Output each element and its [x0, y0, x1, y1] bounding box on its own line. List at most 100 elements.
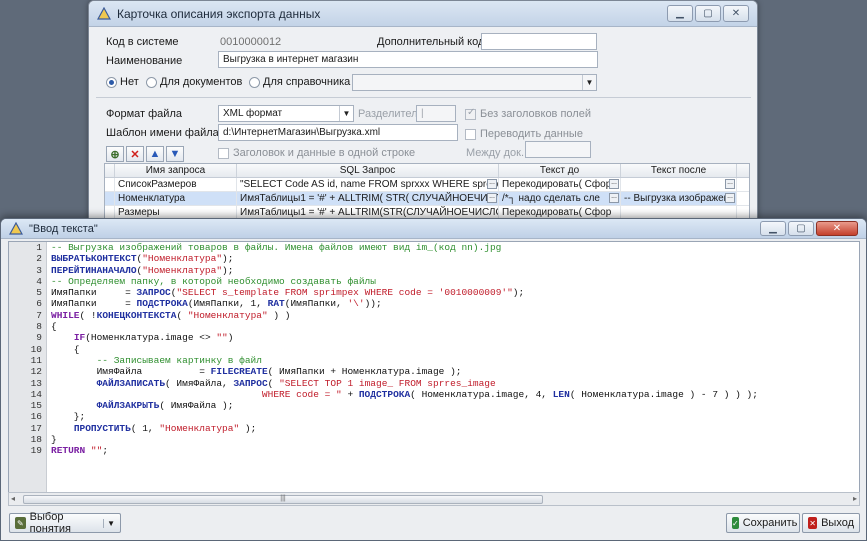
code-line[interactable]: IF(Номенклатура.image <> "") — [51, 332, 859, 343]
separator-label: Разделитель — [358, 108, 424, 120]
between-docs-input[interactable] — [525, 141, 591, 158]
line-number: 5 — [36, 287, 42, 299]
ellipsis-button[interactable]: ... — [609, 179, 619, 189]
table-cell[interactable]: "SELECT Code AS id, name FROM sprxxx WHE… — [237, 178, 499, 191]
add-row-button[interactable]: ⊕ — [106, 146, 124, 162]
radio-ref[interactable]: Для справочника — [249, 76, 350, 88]
format-select[interactable]: XML формат — [218, 105, 354, 122]
line-number: 2 — [36, 253, 42, 265]
code-line[interactable]: WHERE code = " + ПОДСТРОКА( Номенклатура… — [51, 389, 859, 400]
choose-concept-button[interactable]: ✎ Выбор понятия ▼ — [9, 511, 121, 535]
code-line[interactable]: -- Выгрузка изображений товаров в файлы.… — [51, 242, 859, 253]
code-line[interactable]: ПЕРЕЙТИНАНАЧАЛО("Номенклатура"); — [51, 265, 859, 276]
line-number: 6 — [36, 298, 42, 310]
move-up-button[interactable]: ▲ — [146, 146, 164, 162]
code-line[interactable]: ИмяФайла = FILECREATE( ИмяПапки + Номенк… — [51, 366, 859, 377]
table-cell[interactable]: ... — [621, 178, 737, 191]
code-token: WHILE — [51, 309, 80, 321]
move-down-button[interactable]: ▼ — [166, 146, 184, 162]
no-headers-checkbox[interactable]: Без заголовков полей — [465, 107, 591, 120]
code-line[interactable]: -- Записываем картинку в файл — [51, 355, 859, 366]
chevron-down-icon[interactable]: ▼ — [582, 75, 596, 90]
close-button[interactable]: ✕ — [816, 221, 858, 236]
chevron-down-icon[interactable]: ▼ — [339, 106, 353, 121]
table-cell[interactable]: ИмяТаблицы1 = '#' + ALLTRIM( STR( СЛУЧАЙ… — [237, 192, 499, 205]
maximize-button[interactable]: ▢ — [788, 221, 814, 236]
table-cell-text: "SELECT Code AS id, name FROM sprxxx WHE… — [240, 179, 499, 190]
horizontal-scrollbar[interactable]: ◂ ||| ▸ — [8, 492, 860, 506]
line-number: 15 — [30, 400, 42, 412]
radio-none[interactable]: Нет — [106, 76, 139, 88]
radio-ref-label: Для справочника — [263, 76, 351, 88]
code-line[interactable]: WHILE( !КОНЕЦКОНТЕКСТА( "Номенклатура" )… — [51, 310, 859, 321]
code-line[interactable]: RETURN ""; — [51, 445, 859, 456]
ellipsis-button[interactable]: ... — [487, 193, 497, 203]
dialog-titlebar: "Ввод текста" ▁ ▢ ✕ — [1, 219, 866, 239]
code-line[interactable]: { — [51, 344, 859, 355]
code-line[interactable]: ВЫБРАТЬКОНТЕКСТ("Номенклатура"); — [51, 253, 859, 264]
exit-button[interactable]: ✕ Выход — [802, 513, 860, 533]
radio-docs[interactable]: Для документов — [146, 76, 242, 88]
code-token: ( ИмяФайла ); — [159, 400, 234, 412]
code-line[interactable]: ФАЙЛЗАПИСАТЬ( ИмяФайла, ЗАПРОС( "SELECT … — [51, 378, 859, 389]
code-token: ( ! — [79, 309, 97, 321]
code-line[interactable]: -- Определяем папку, в которой необходим… — [51, 276, 859, 287]
code-editor[interactable]: 1 2 3 4 5 6 7 8 9 10 11 12 13 14 15 16 17 18 19 -- Выгрузк… — [8, 241, 860, 493]
scroll-left-icon[interactable]: ◂ — [11, 494, 15, 503]
table-cell[interactable]: Номенклатура — [115, 192, 237, 205]
code-line[interactable]: ИмяПапки = ЗАПРОС("SELECT s_template FRO… — [51, 287, 859, 298]
name-label: Наименование — [106, 55, 183, 67]
code-token: RETURN — [51, 445, 86, 457]
template-input[interactable]: d:\ИнтернетМагазин\Выгрузка.xml — [218, 124, 458, 141]
code-line[interactable]: } — [51, 434, 859, 445]
ellipsis-button[interactable]: ... — [487, 179, 497, 189]
code-area[interactable]: -- Выгрузка изображений товаров в файлы.… — [51, 242, 859, 457]
ellipsis-button[interactable]: ... — [725, 179, 735, 189]
exit-label: Выход — [821, 517, 854, 529]
table-cell[interactable]: Перекодировать( Сфор... — [499, 178, 621, 191]
col-header-text-before[interactable]: Текст до — [499, 164, 621, 177]
col-header-text-after[interactable]: Текст после — [621, 164, 737, 177]
close-button[interactable]: ✕ — [723, 5, 749, 22]
separator-input[interactable]: | — [416, 105, 456, 122]
chevron-down-icon[interactable]: ▼ — [103, 518, 115, 528]
translate-checkbox[interactable]: Переводить данные — [465, 128, 583, 140]
code-token: ); — [222, 264, 234, 276]
code-token: "" — [216, 332, 228, 344]
save-button[interactable]: ✓ Сохранить — [726, 513, 800, 533]
table-cell[interactable]: СписокРазмеров — [115, 178, 237, 191]
code-line[interactable]: { — [51, 321, 859, 332]
scroll-right-icon[interactable]: ▸ — [853, 494, 857, 503]
name-input[interactable]: Выгрузка в интернет магазин — [218, 51, 598, 68]
line-number: 10 — [30, 343, 42, 355]
code-token: ПРОПУСТИТЬ — [73, 422, 131, 434]
code-token: { — [51, 321, 57, 333]
delete-row-button[interactable]: ✕ — [126, 146, 144, 162]
table-row[interactable]: Номенклатура ИмяТаблицы1 = '#' + ALLTRIM… — [105, 192, 749, 206]
code-line[interactable]: ФАЙЛЗАКРЫТЬ( ИмяФайла ); — [51, 400, 859, 411]
ellipsis-button[interactable]: ... — [725, 193, 735, 203]
minimize-button[interactable]: ▁ — [667, 5, 693, 22]
maximize-button[interactable]: ▢ — [695, 5, 721, 22]
queries-table-header: Имя запроса SQL Запрос Текст до Текст по… — [105, 164, 749, 178]
col-header-name[interactable]: Имя запроса — [115, 164, 237, 177]
minimize-button[interactable]: ▁ — [760, 221, 786, 236]
header-one-line-checkbox[interactable]: Заголовок и данные в одной строке — [218, 147, 415, 159]
extra-code-input[interactable] — [481, 33, 597, 50]
table-cell[interactable]: /*┐ надо сделать сле... — [499, 192, 621, 205]
code-token: "Номенклатура" — [142, 264, 223, 276]
code-token: ФАЙЛЗАПИСАТЬ — [96, 377, 166, 389]
code-line[interactable]: ИмяПапки = ПОДСТРОКА(ИмяПапки, 1, RAT(Им… — [51, 298, 859, 309]
table-row[interactable]: СписокРазмеров "SELECT Code AS id, name … — [105, 178, 749, 192]
table-cell-text: ИмяТаблицы1 = '#' + ALLTRIM( STR( СЛУЧАЙ… — [240, 193, 499, 204]
table-cell[interactable]: -- Выгрузка изображени... — [621, 192, 737, 205]
table-cell-text: Перекодировать( Сфор — [502, 179, 612, 190]
code-token: "Номенклатура" — [159, 422, 240, 434]
scrollbar-thumb[interactable]: ||| — [23, 495, 543, 504]
col-header-sql[interactable]: SQL Запрос — [237, 164, 499, 177]
code-line[interactable]: ПРОПУСТИТЬ( 1, "Номенклатура" ); — [51, 423, 859, 434]
code-line[interactable]: }; — [51, 411, 859, 422]
ellipsis-button[interactable]: ... — [609, 193, 619, 203]
reference-select[interactable] — [352, 74, 597, 91]
